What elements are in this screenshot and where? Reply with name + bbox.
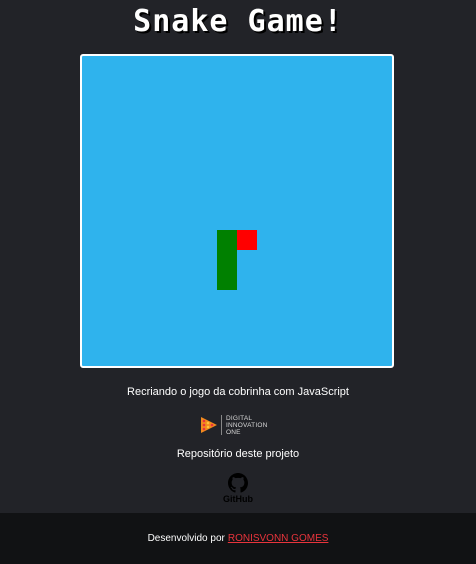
repo-label: Repositório deste projeto bbox=[176, 448, 300, 460]
dio-logo[interactable]: DIGITAL INNOVATION ONE bbox=[200, 413, 267, 437]
dio-logo-icon bbox=[201, 417, 217, 433]
github-link[interactable]: GitHub bbox=[218, 473, 258, 504]
github-icon bbox=[228, 473, 248, 493]
snake-segment bbox=[217, 230, 237, 250]
food-block bbox=[237, 230, 257, 250]
dio-line: ONE bbox=[226, 428, 241, 436]
dio-logo-text: DIGITAL INNOVATION ONE bbox=[226, 415, 267, 436]
github-label: GitHub bbox=[223, 494, 253, 504]
footer: Desenvolvido por RONISVONN GOMES bbox=[0, 513, 476, 564]
game-board[interactable] bbox=[80, 54, 394, 368]
dio-line: INNOVATION bbox=[226, 421, 268, 429]
footer-prefix: Desenvolvido por bbox=[147, 533, 225, 544]
snake-segment bbox=[217, 250, 237, 270]
page-title: Snake Game! bbox=[133, 4, 343, 39]
author-link[interactable]: RONISVONN GOMES bbox=[228, 533, 329, 544]
dio-line: DIGITAL bbox=[226, 414, 253, 422]
dio-divider bbox=[221, 415, 222, 435]
snake-segment bbox=[217, 270, 237, 290]
subtitle-text: Recriando o jogo da cobrinha com JavaScr… bbox=[127, 386, 349, 398]
